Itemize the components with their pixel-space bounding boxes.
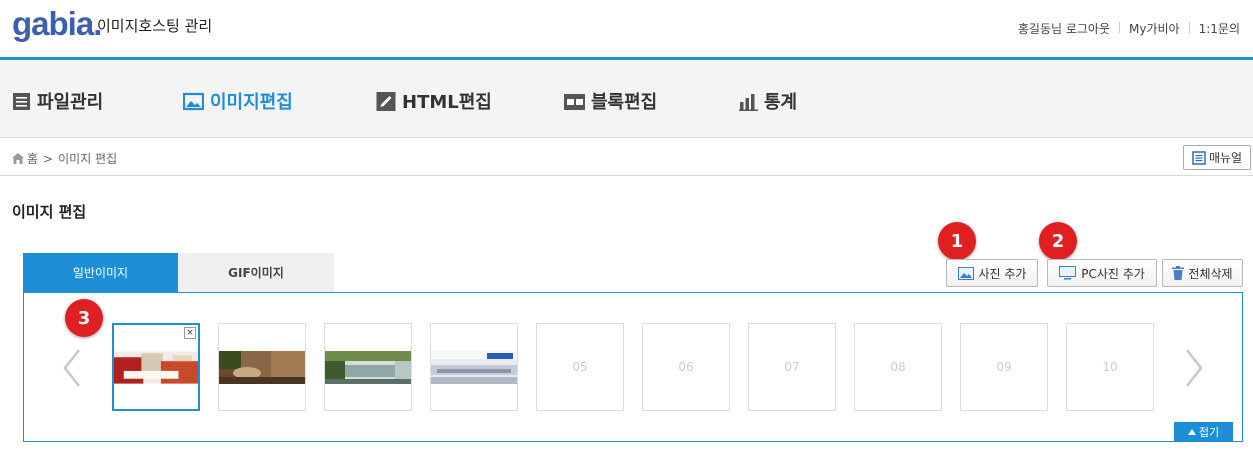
image-slot-3[interactable]	[324, 323, 412, 411]
manual-button[interactable]: 매뉴얼	[1183, 145, 1251, 170]
thumbnail-image	[325, 350, 411, 384]
thumbnail-image	[114, 350, 198, 384]
pencil-icon	[376, 91, 396, 111]
inquiry-link[interactable]: 1:1문의	[1190, 20, 1249, 37]
image-slot-7[interactable]: 07	[748, 323, 836, 411]
top-links: 홍길동님 로그아웃 My가비아 1:1문의	[1009, 20, 1249, 37]
image-slot-10[interactable]: 10	[1066, 323, 1154, 411]
slot-number: 07	[784, 360, 800, 374]
nav-item-html-edit[interactable]: HTML편집	[376, 88, 492, 114]
nav-item-file-manage[interactable]: 파일관리	[12, 88, 103, 114]
divider	[0, 175, 1253, 176]
slot-number: 09	[996, 360, 1012, 374]
image-slot-5[interactable]: 05	[536, 323, 624, 411]
nav-label: 블록편집	[591, 92, 658, 113]
add-photo-button[interactable]: 사진 추가	[946, 259, 1038, 287]
add-photo-label: 사진 추가	[978, 266, 1027, 281]
callout-badge-2: 2	[1039, 222, 1077, 260]
slot-number: 10	[1102, 360, 1118, 374]
prev-arrow-icon[interactable]	[62, 348, 82, 388]
tab-normal-image[interactable]: 일반이미지	[23, 253, 178, 292]
page-title: 이미지 편집	[12, 203, 87, 221]
image-slot-1[interactable]: ×	[112, 323, 200, 411]
breadcrumb-current: 이미지 편집	[58, 152, 118, 166]
image-slot-9[interactable]: 09	[960, 323, 1048, 411]
delete-all-label: 전체삭제	[1188, 266, 1233, 281]
file-list-icon	[13, 92, 30, 110]
thumbnail-image	[431, 350, 517, 384]
breadcrumb-home[interactable]: 홈	[27, 150, 38, 167]
main-nav: 파일관리 이미지편집 HTML편집 블록편집 통계	[0, 60, 1253, 138]
fold-button[interactable]: 접기	[1174, 422, 1233, 441]
slot-number: 05	[572, 360, 588, 374]
add-pc-photo-button[interactable]: PC사진 추가	[1047, 259, 1157, 287]
remove-image-icon[interactable]: ×	[184, 327, 196, 339]
home-icon	[12, 153, 24, 164]
slot-number: 06	[678, 360, 694, 374]
image-slot-6[interactable]: 06	[642, 323, 730, 411]
image-slot-panel	[23, 292, 1243, 442]
image-icon	[183, 92, 204, 110]
slot-number: 08	[890, 360, 906, 374]
fold-label: 접기	[1198, 425, 1220, 439]
callout-badge-1: 1	[938, 222, 976, 260]
nav-item-block-edit[interactable]: 블록편집	[564, 88, 657, 114]
monitor-icon	[1059, 266, 1077, 280]
trash-icon	[1172, 266, 1185, 280]
logout-link[interactable]: 홍길동님 로그아웃	[1009, 20, 1119, 37]
callout-badge-3: 3	[65, 299, 103, 337]
bar-chart-icon	[739, 93, 758, 111]
breadcrumb: 홈 > 이미지 편집	[12, 150, 117, 167]
manual-label: 매뉴얼	[1208, 151, 1243, 165]
manual-icon	[1192, 150, 1206, 165]
app-title: 이미지호스팅 관리	[97, 17, 213, 35]
tab-gif-image[interactable]: GIF이미지	[178, 253, 334, 292]
my-gabia-link[interactable]: My가비아	[1120, 20, 1189, 37]
triangle-up-icon	[1187, 428, 1196, 435]
gabia-logo[interactable]: gabia.	[12, 5, 102, 43]
top-bar: gabia. 이미지호스팅 관리 홍길동님 로그아웃 My가비아 1:1문의	[0, 0, 1253, 57]
nav-item-image-edit[interactable]: 이미지편집	[183, 88, 293, 114]
image-slot-2[interactable]	[218, 323, 306, 411]
thumbnail-image	[219, 350, 305, 384]
block-icon	[564, 93, 585, 110]
next-arrow-icon[interactable]	[1184, 348, 1204, 388]
add-pc-photo-label: PC사진 추가	[1081, 266, 1145, 281]
delete-all-button[interactable]: 전체삭제	[1162, 259, 1243, 287]
breadcrumb-separator: >	[43, 151, 54, 166]
image-slot-8[interactable]: 08	[854, 323, 942, 411]
nav-label: 이미지편집	[210, 92, 293, 113]
nav-label: 통계	[764, 92, 798, 113]
image-slot-4[interactable]	[430, 323, 518, 411]
nav-label: HTML편집	[402, 92, 492, 113]
nav-label: 파일관리	[37, 92, 104, 113]
photo-icon	[957, 266, 974, 280]
nav-item-statistics[interactable]: 통계	[739, 88, 797, 114]
